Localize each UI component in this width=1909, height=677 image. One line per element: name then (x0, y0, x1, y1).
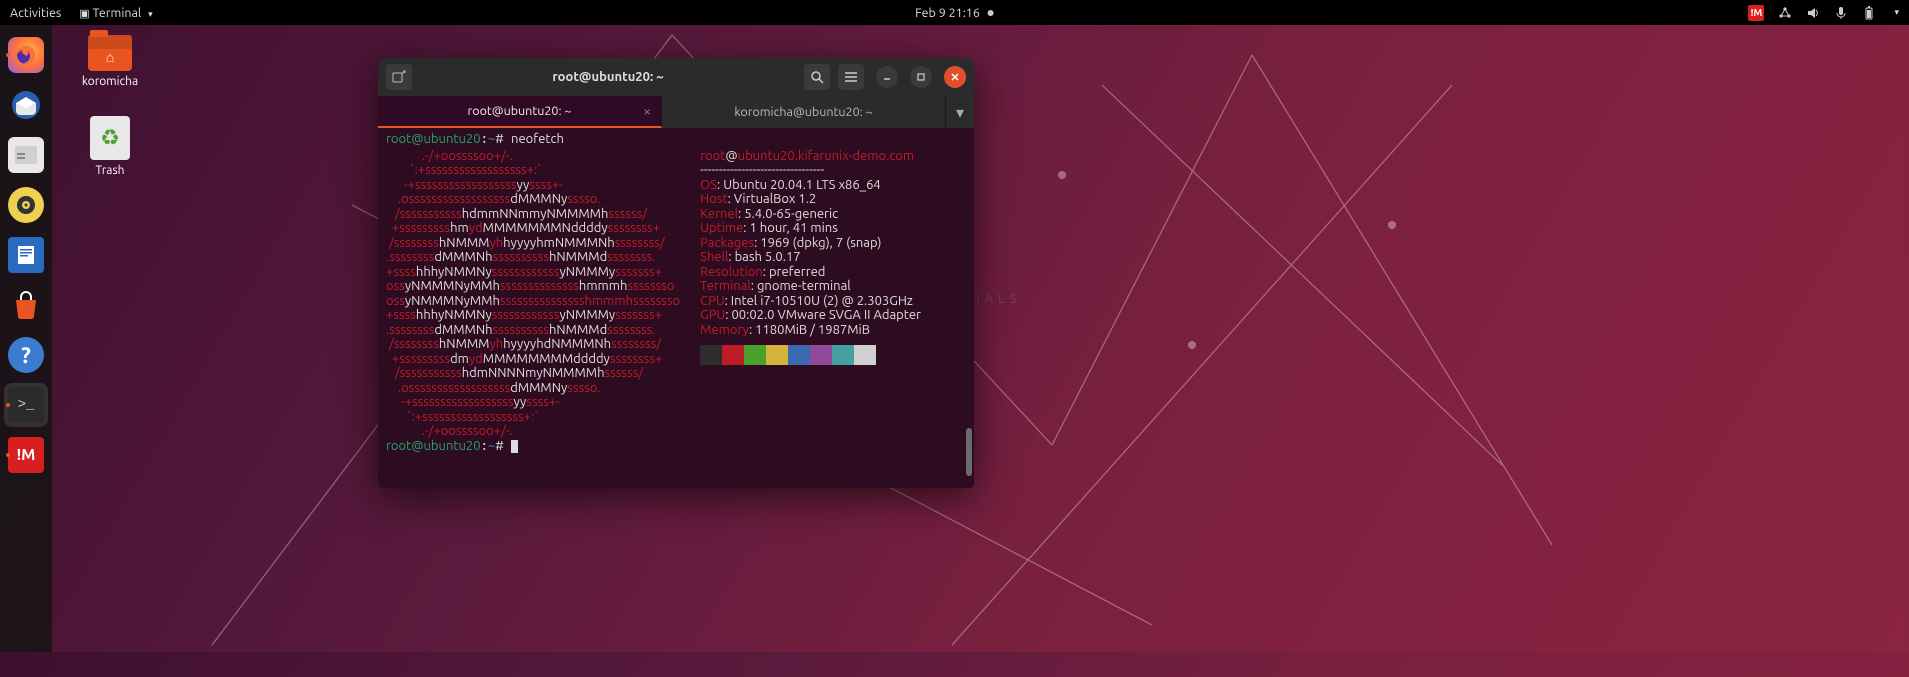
minimize-button[interactable] (876, 66, 898, 88)
ubuntu-dock: ? >_ !M (0, 25, 52, 652)
dock-help[interactable]: ? (4, 333, 48, 377)
dock-firefox[interactable] (4, 33, 48, 77)
folder-icon: ⌂ (88, 35, 132, 71)
desktop-trash[interactable]: ♻ Trash (70, 116, 150, 177)
gnome-topbar: Activities ▣ Terminal ▾ Feb 9 21:16 !M ▾ (0, 0, 1909, 25)
dock-rhythmbox[interactable] (4, 183, 48, 227)
maximize-icon (916, 72, 926, 82)
terminal-icon: ▣ (79, 8, 89, 20)
tab-root-label: root@ubuntu20: ~ (468, 104, 572, 118)
terminal-window: root@ubuntu20: ~ root@ubuntu20: ~ × koro… (378, 58, 974, 488)
search-button[interactable] (804, 64, 830, 90)
tab-koromicha[interactable]: koromicha@ubuntu20: ~ (662, 96, 946, 128)
dock-files[interactable] (4, 133, 48, 177)
close-icon (950, 72, 960, 82)
thunderbird-icon (10, 89, 42, 121)
volume-icon[interactable] (1806, 6, 1820, 20)
tab-koromicha-label: koromicha@ubuntu20: ~ (734, 105, 872, 119)
desktop-trash-label: Trash (95, 164, 124, 177)
home-icon: ⌂ (106, 49, 114, 65)
dock-ubuntu-software[interactable] (4, 283, 48, 327)
app-menu-label: Terminal (93, 6, 142, 20)
microphone-icon[interactable] (1834, 6, 1848, 20)
hamburger-icon (844, 71, 858, 83)
window-title: root@ubuntu20: ~ (420, 70, 796, 84)
trash-icon: ♻ (90, 116, 130, 160)
hamburger-menu-button[interactable] (838, 64, 864, 90)
close-button[interactable] (944, 66, 966, 88)
battery-icon[interactable] (1862, 6, 1876, 20)
help-icon: ? (21, 343, 31, 368)
dock-thunderbird[interactable] (4, 83, 48, 127)
recycle-icon: ♻ (100, 125, 120, 151)
desktop-geometric-lines (52, 25, 1909, 677)
desktop-icons-area: ⌂ koromicha ♻ Trash (70, 35, 150, 177)
dock-terminal[interactable]: >_ (4, 383, 48, 427)
neofetch-info: root@ubuntu20.kifarunix-demo.com -------… (700, 149, 921, 439)
nomachine-tray-icon[interactable]: !M (1748, 5, 1764, 21)
firefox-icon (14, 43, 38, 67)
tab-close-button[interactable]: × (643, 103, 651, 119)
speaker-icon (16, 195, 36, 215)
files-icon (15, 146, 37, 164)
minimize-icon (882, 72, 892, 82)
neofetch-color-blocks (700, 345, 921, 365)
terminal-headerbar: root@ubuntu20: ~ (378, 58, 974, 96)
scrollbar-thumb[interactable] (966, 428, 972, 476)
tabs-menu-button[interactable]: ▾ (946, 96, 974, 128)
shopping-bag-icon (10, 289, 42, 321)
ubuntu-ascii-logo: .-/+oossssoo+/-. `:+ssssssssssssssssss+:… (386, 149, 680, 439)
terminal-tabs: root@ubuntu20: ~ × koromicha@ubuntu20: ~… (378, 96, 974, 128)
new-tab-button[interactable] (386, 64, 412, 90)
chevron-down-icon: ▾ (148, 9, 153, 19)
desktop-home-folder[interactable]: ⌂ koromicha (70, 35, 150, 88)
activities-button[interactable]: Activities (10, 6, 61, 20)
new-tab-icon (392, 70, 406, 84)
system-menu-chevron-icon[interactable]: ▾ (1894, 7, 1899, 18)
terminal-body[interactable]: root@ubuntu20:~# neofetch .-/+oossssoo+/… (378, 128, 974, 488)
clock[interactable]: Feb 9 21:16 (915, 6, 980, 20)
tab-root[interactable]: root@ubuntu20: ~ × (378, 96, 662, 128)
terminal-prompt-icon: >_ (18, 397, 35, 413)
terminal-output: root@ubuntu20:~# neofetch (386, 132, 966, 147)
document-icon (15, 242, 37, 268)
app-menu[interactable]: ▣ Terminal ▾ (79, 6, 152, 20)
chevron-down-icon: ▾ (956, 103, 964, 122)
dock-libreoffice-writer[interactable] (4, 233, 48, 277)
nomachine-icon: !M (17, 446, 36, 464)
network-icon[interactable] (1778, 6, 1792, 20)
dock-nomachine[interactable]: !M (4, 433, 48, 477)
terminal-prompt: root@ubuntu20:~# (386, 439, 966, 454)
search-icon (810, 70, 824, 84)
desktop-home-label: koromicha (82, 75, 138, 88)
maximize-button[interactable] (910, 66, 932, 88)
notification-dot-icon (988, 10, 994, 16)
